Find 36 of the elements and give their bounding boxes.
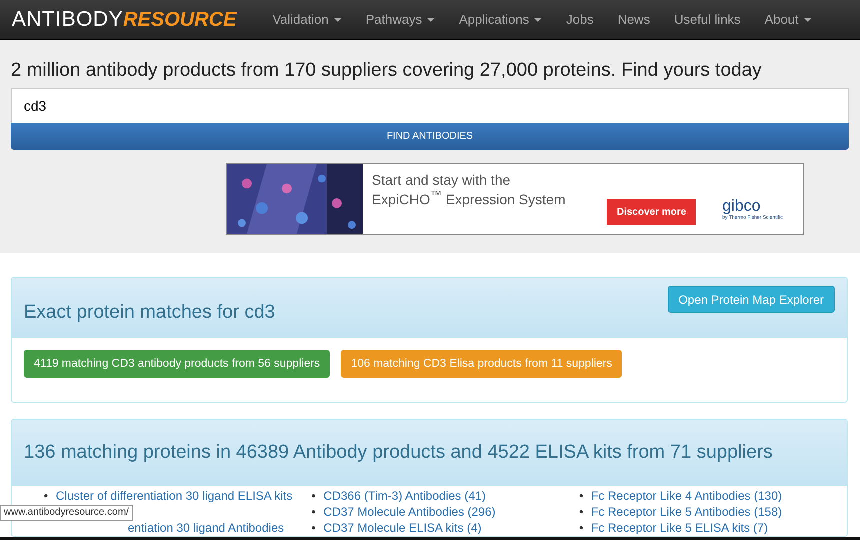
bullet: •	[312, 504, 317, 520]
nav-link[interactable]: Useful links	[662, 12, 753, 27]
nav-link[interactable]: Validation	[260, 12, 354, 27]
panel-title: Exact protein matches for cd3	[24, 302, 276, 324]
protein-link[interactable]: Cluster of differentiation 30 ligand ELISA kits	[56, 488, 293, 504]
nav-link[interactable]: About	[752, 12, 824, 27]
nav-link[interactable]: News	[606, 12, 662, 27]
logo-text: ANTIBODY	[12, 8, 124, 32]
discover-button[interactable]: Discover more	[607, 199, 696, 225]
bullet: •	[579, 488, 585, 504]
logo-accent: RESOURCE	[123, 8, 237, 32]
ad-subline: ExpiCHO$^{™}$ Expression System	[372, 188, 567, 208]
nav-link[interactable]: Applications	[447, 12, 554, 27]
protein-link[interactable]: entiation 30 ligand Antibodies	[128, 520, 284, 536]
protein-link[interactable]: Fc Receptor Like 5 ELISA kits (7)	[591, 520, 768, 536]
page-heading: 2 million antibody products from 170 suppliers covering 27,000 proteins. Find yours today	[11, 60, 763, 82]
url-tooltip: www.antibodyresource.com/	[0, 505, 134, 521]
protein-link[interactable]: CD366 (Tim-3) Antibodies (41)	[324, 488, 486, 504]
bullet: •	[579, 504, 585, 520]
search-field[interactable]: cd3	[11, 88, 849, 123]
bullet: •	[312, 488, 317, 504]
panel-title: 136 matching proteins in 46389 Antibody products and 4522 ELISA kits from 71 suppliers	[24, 442, 773, 464]
find-button[interactable]: FIND ANTIBODIES	[11, 123, 849, 150]
bullet: •	[44, 488, 50, 504]
nav-link[interactable]: Jobs	[554, 12, 606, 27]
bullet: •	[579, 520, 585, 536]
bullet: •	[312, 520, 317, 536]
logo[interactable]: ANTIBODYRESOURCE	[0, 8, 249, 32]
protein-link[interactable]: Fc Receptor Like 5 Antibodies (158)	[591, 504, 782, 520]
nav-link[interactable]: Pathways	[354, 12, 448, 27]
ad-headline: Start and stay with the	[372, 172, 512, 188]
protein-link[interactable]: Fc Receptor Like 4 Antibodies (130)	[591, 488, 782, 504]
matches-button[interactable]: 4119 matching CD3 antibody products from 56 suppliers	[24, 350, 330, 378]
protein-link[interactable]: CD37 Molecule ELISA kits (4)	[324, 520, 482, 536]
brand-logo: gibco	[722, 199, 762, 215]
protein-link[interactable]: CD37 Molecule Antibodies (296)	[324, 504, 496, 520]
